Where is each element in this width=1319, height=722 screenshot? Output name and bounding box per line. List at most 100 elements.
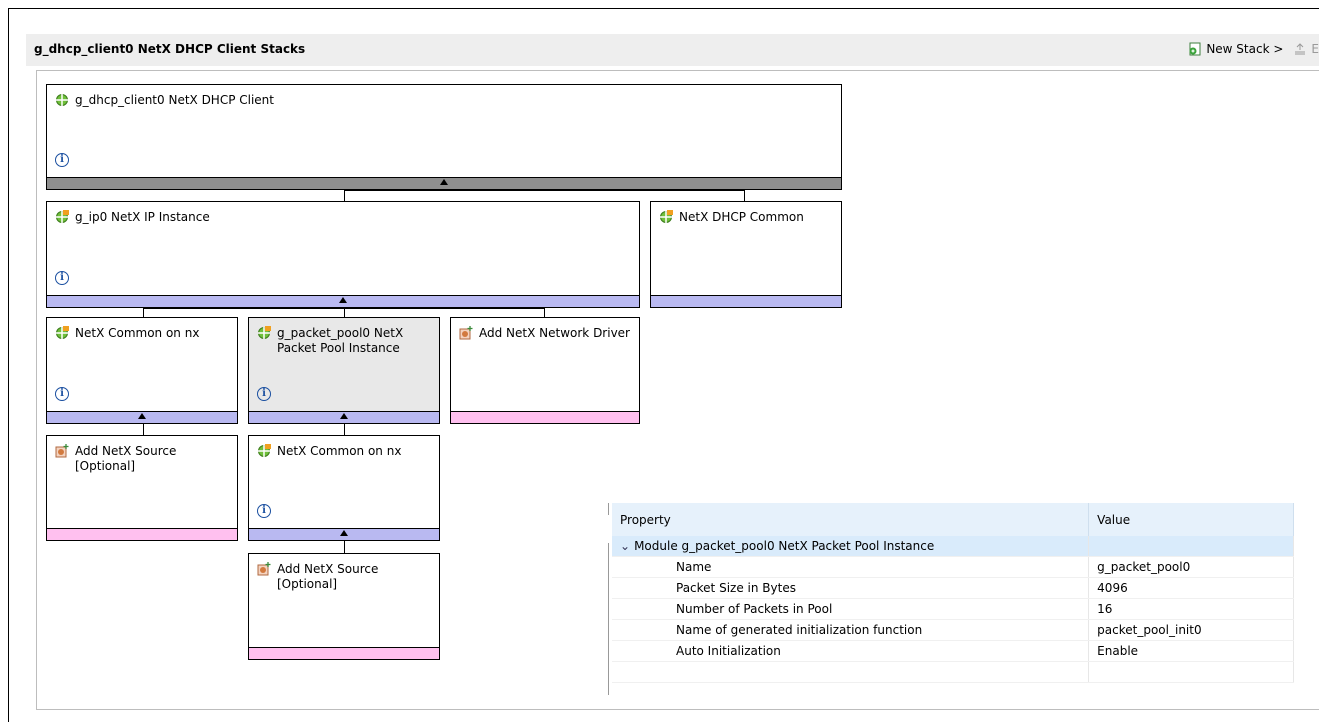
- extract-button[interactable]: E: [1293, 42, 1319, 56]
- block-bar: [249, 528, 439, 540]
- block-label: Add NetX Source [Optional]: [75, 444, 177, 473]
- block-label: Add NetX Network Driver: [479, 326, 630, 340]
- block-bar: [651, 295, 841, 307]
- connector: [344, 190, 345, 201]
- panel-edge: [608, 543, 609, 695]
- block-header: Add NetX Network Driver: [459, 326, 635, 341]
- info-icon[interactable]: i: [257, 502, 271, 518]
- module-icon: [56, 326, 69, 339]
- empty-cell: [612, 661, 1090, 683]
- block-label: g_ip0 NetX IP Instance: [75, 210, 210, 224]
- block-bar: [249, 647, 439, 659]
- property-name: Name: [612, 556, 1090, 578]
- empty-cell: [1088, 661, 1294, 683]
- extract-icon: [1295, 43, 1306, 55]
- table-row[interactable]: Number of Packets in Pool 16: [612, 598, 1294, 620]
- module-row[interactable]: ⌄ Module g_packet_pool0 NetX Packet Pool …: [612, 536, 1294, 557]
- collapse-arrow-icon[interactable]: [339, 297, 347, 303]
- block-header: g_dhcp_client0 NetX DHCP Client: [55, 93, 837, 108]
- connector: [544, 308, 545, 317]
- module-icon: [258, 326, 271, 339]
- property-name: Packet Size in Bytes: [612, 577, 1090, 599]
- block-header: g_ip0 NetX IP Instance: [55, 210, 635, 225]
- block-label: g_packet_pool0 NetX Packet Pool Instance: [277, 326, 404, 355]
- new-stack-label: New Stack >: [1206, 42, 1284, 56]
- block-add-source-2[interactable]: Add NetX Source [Optional]: [248, 553, 440, 660]
- properties-panel: Property Value ⌄ Module g_packet_pool0 Ne…: [608, 503, 1294, 697]
- block-label: Add NetX Source [Optional]: [277, 562, 379, 591]
- block-label: NetX Common on nx: [75, 326, 200, 340]
- module-label: Module g_packet_pool0 NetX Packet Pool I…: [634, 539, 935, 553]
- add-module-icon: [257, 562, 271, 576]
- block-header: Add NetX Source [Optional]: [55, 444, 233, 474]
- property-value[interactable]: 16: [1088, 598, 1294, 620]
- column-header-property[interactable]: Property: [612, 503, 1090, 536]
- property-value[interactable]: Enable: [1088, 640, 1294, 662]
- new-stack-icon: [1189, 42, 1201, 56]
- connector: [143, 308, 144, 317]
- connector: [143, 308, 545, 309]
- add-module-icon: [459, 326, 473, 340]
- stack-header: g_dhcp_client0 NetX DHCP Client Stacks N…: [26, 34, 1319, 66]
- module-value: [1088, 536, 1294, 557]
- add-module-icon: [55, 444, 69, 458]
- property-name: Name of generated initialization functio…: [612, 619, 1090, 641]
- block-bar: [47, 295, 639, 307]
- block-header: NetX Common on nx: [55, 326, 233, 341]
- info-icon[interactable]: i: [55, 385, 69, 401]
- module-icon: [56, 94, 68, 106]
- block-header: g_packet_pool0 NetX Packet Pool Instance: [257, 326, 435, 356]
- collapse-arrow-icon[interactable]: [138, 413, 146, 419]
- block-dhcp-common[interactable]: NetX DHCP Common: [650, 201, 842, 308]
- connector: [344, 308, 345, 317]
- block-ip-instance[interactable]: g_ip0 NetX IP Instance i: [46, 201, 640, 308]
- connector: [344, 540, 345, 553]
- properties-table: Property Value ⌄ Module g_packet_pool0 Ne…: [612, 503, 1294, 683]
- column-header-value[interactable]: Value: [1088, 503, 1294, 536]
- info-icon[interactable]: i: [257, 385, 271, 401]
- block-bar: [249, 411, 439, 423]
- page-title: g_dhcp_client0 NetX DHCP Client Stacks: [34, 42, 306, 56]
- chevron-down-icon[interactable]: ⌄: [620, 539, 630, 553]
- property-value[interactable]: packet_pool_init0: [1088, 619, 1294, 641]
- block-header: Add NetX Source [Optional]: [257, 562, 435, 592]
- collapse-arrow-icon[interactable]: [340, 413, 348, 419]
- property-value[interactable]: g_packet_pool0: [1088, 556, 1294, 578]
- module-icon: [660, 210, 673, 223]
- block-netx-common-1[interactable]: NetX Common on nx i: [46, 317, 238, 424]
- block-bar: [451, 411, 639, 423]
- info-icon[interactable]: i: [55, 151, 69, 167]
- connector: [344, 190, 745, 191]
- collapse-arrow-icon[interactable]: [340, 530, 348, 536]
- block-dhcp-client[interactable]: g_dhcp_client0 NetX DHCP Client i: [46, 84, 842, 190]
- property-name: Number of Packets in Pool: [612, 598, 1090, 620]
- toolbar: New Stack > E: [1188, 42, 1319, 56]
- panel-edge: [608, 503, 609, 515]
- block-label: NetX DHCP Common: [679, 210, 804, 224]
- connector: [744, 190, 745, 201]
- block-label: g_dhcp_client0 NetX DHCP Client: [75, 93, 274, 107]
- block-header: NetX Common on nx: [257, 444, 435, 459]
- block-add-network-driver[interactable]: Add NetX Network Driver: [450, 317, 640, 424]
- table-row-empty: [612, 661, 1294, 683]
- table-row[interactable]: Packet Size in Bytes 4096: [612, 577, 1294, 599]
- table-row[interactable]: Name g_packet_pool0: [612, 556, 1294, 578]
- connector: [143, 424, 144, 435]
- block-header: NetX DHCP Common: [659, 210, 837, 225]
- new-stack-button[interactable]: New Stack >: [1188, 42, 1283, 56]
- block-label: NetX Common on nx: [277, 444, 402, 458]
- module-icon: [258, 444, 271, 457]
- block-packet-pool[interactable]: g_packet_pool0 NetX Packet Pool Instance…: [248, 317, 440, 424]
- table-row[interactable]: Name of generated initialization functio…: [612, 619, 1294, 641]
- property-value[interactable]: 4096: [1088, 577, 1294, 599]
- block-add-source-1[interactable]: Add NetX Source [Optional]: [46, 435, 238, 541]
- block-bar: [47, 528, 237, 540]
- block-netx-common-2[interactable]: NetX Common on nx i: [248, 435, 440, 541]
- connector: [344, 424, 345, 435]
- block-bar: [47, 177, 841, 189]
- info-icon[interactable]: i: [55, 269, 69, 285]
- collapse-arrow-icon[interactable]: [440, 179, 448, 185]
- property-name: Auto Initialization: [612, 640, 1090, 662]
- module-icon: [56, 210, 69, 223]
- table-row[interactable]: Auto Initialization Enable: [612, 640, 1294, 662]
